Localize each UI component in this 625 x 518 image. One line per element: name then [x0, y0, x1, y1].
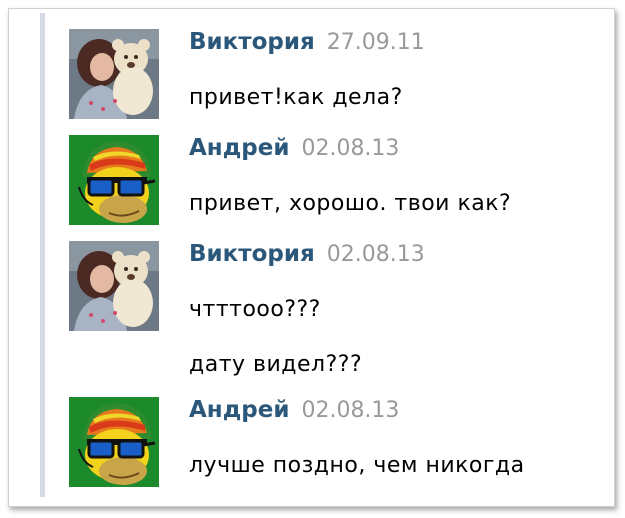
message-author: Виктория 27.09.11: [189, 29, 425, 55]
author-name[interactable]: Андрей: [189, 135, 289, 161]
message-date: 02.08.13: [301, 136, 400, 161]
message-date: 02.08.13: [326, 242, 425, 267]
thread-bar: [40, 13, 45, 497]
avatar[interactable]: [69, 29, 159, 119]
author-name[interactable]: Андрей: [189, 397, 289, 423]
message-text: привет, хорошо. твои как?: [189, 191, 512, 216]
homer-avatar-icon: [69, 397, 159, 487]
message-text: лучше поздно, чем никогда: [189, 453, 525, 478]
girl-avatar-icon: [69, 29, 159, 119]
girl-avatar-icon: [69, 241, 159, 331]
message-author: Виктория 02.08.13: [189, 241, 425, 267]
message-date: 02.08.13: [301, 398, 400, 423]
message-text: дату видел???: [189, 352, 363, 377]
avatar[interactable]: [69, 241, 159, 331]
message-author: Андрей 02.08.13: [189, 135, 399, 161]
message-text: чтттooo???: [189, 297, 321, 322]
avatar[interactable]: [69, 135, 159, 225]
avatar[interactable]: [69, 397, 159, 487]
message-author: Андрей 02.08.13: [189, 397, 399, 423]
author-name[interactable]: Виктория: [189, 29, 315, 55]
homer-avatar-icon: [69, 135, 159, 225]
message-text: привет!как дела?: [189, 85, 403, 110]
message-date: 27.09.11: [326, 30, 425, 55]
author-name[interactable]: Виктория: [189, 241, 315, 267]
chat-window: Виктория 27.09.11 привет!как дела? Андрей…: [8, 8, 615, 507]
